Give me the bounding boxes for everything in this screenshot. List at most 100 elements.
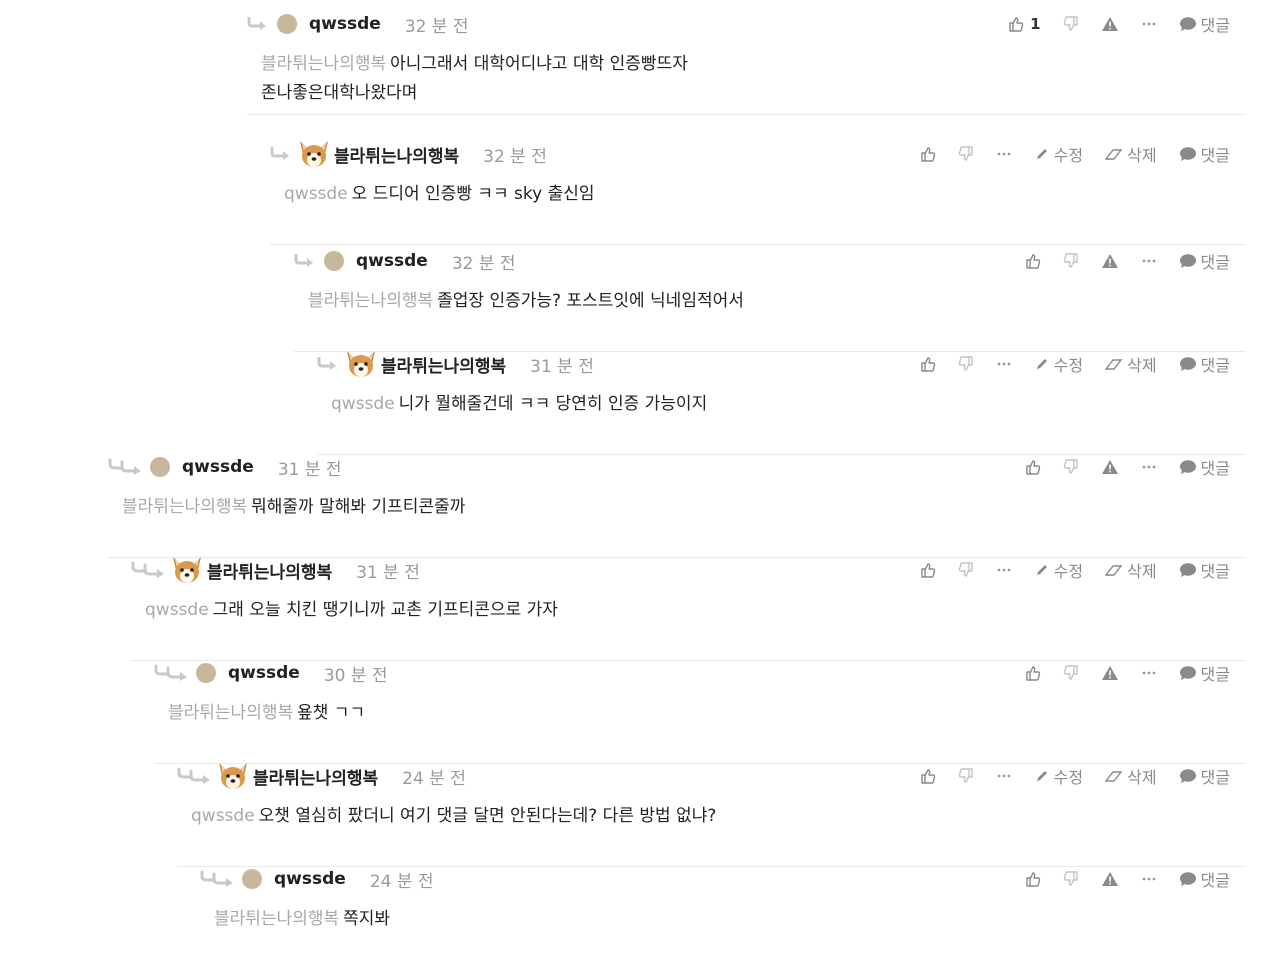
author-name[interactable]: qwssde xyxy=(182,457,254,477)
reply-button[interactable]: 댓글 xyxy=(1179,661,1230,685)
edit-button[interactable]: 수정 xyxy=(1034,558,1083,582)
mention[interactable]: 블라튀는나의행복 xyxy=(214,909,339,929)
author-name[interactable]: 블라튀는나의행복 xyxy=(253,764,378,789)
reply-button[interactable]: 댓글 xyxy=(1179,867,1230,891)
dislike-button[interactable] xyxy=(958,146,974,162)
like-button[interactable] xyxy=(920,356,936,372)
edit-button[interactable]: 수정 xyxy=(1034,352,1083,376)
author-name[interactable]: 블라튀는나의행복 xyxy=(207,558,332,583)
dislike-button[interactable] xyxy=(958,356,974,372)
thumbs-up-icon xyxy=(1008,16,1024,32)
comment-actions: 수정 삭제 댓글 xyxy=(898,352,1230,376)
more-button[interactable] xyxy=(996,768,1012,784)
author-name[interactable]: qwssde xyxy=(274,869,346,889)
dislike-button[interactable] xyxy=(1063,459,1079,475)
author-name[interactable]: qwssde xyxy=(309,14,381,34)
avatar[interactable] xyxy=(324,251,344,271)
reply-arrow-icon xyxy=(108,458,148,476)
dislike-button[interactable] xyxy=(958,562,974,578)
mention[interactable]: 블라튀는나의행복 xyxy=(122,497,247,517)
delete-button[interactable]: 삭제 xyxy=(1105,352,1157,376)
comment-time: 31 분 전 xyxy=(530,356,594,377)
like-button[interactable] xyxy=(1025,871,1041,887)
more-button[interactable] xyxy=(1141,665,1157,681)
mention[interactable]: qwssde xyxy=(331,394,395,414)
avatar[interactable] xyxy=(242,869,262,889)
report-button[interactable] xyxy=(1101,665,1119,681)
pencil-icon xyxy=(1034,562,1050,578)
dislike-button[interactable] xyxy=(958,768,974,784)
avatar[interactable] xyxy=(296,138,332,170)
like-button[interactable] xyxy=(1025,253,1041,269)
more-button[interactable] xyxy=(1141,253,1157,269)
author-name[interactable]: 블라튀는나의행복 xyxy=(381,352,506,377)
avatar[interactable] xyxy=(343,348,379,380)
mention[interactable]: 블라튀는나의행복 xyxy=(308,291,433,311)
dislike-button[interactable] xyxy=(1063,665,1079,681)
avatar[interactable] xyxy=(150,457,170,477)
dislike-button[interactable] xyxy=(1063,16,1079,32)
report-button[interactable] xyxy=(1101,459,1119,475)
author-name[interactable]: qwssde xyxy=(228,663,300,683)
delete-button[interactable]: 삭제 xyxy=(1105,142,1157,166)
edit-button[interactable]: 수정 xyxy=(1034,142,1083,166)
more-button[interactable] xyxy=(1141,16,1157,32)
thumbs-down-icon xyxy=(958,356,974,372)
more-button[interactable] xyxy=(1141,871,1157,887)
more-button[interactable] xyxy=(996,146,1012,162)
like-button[interactable] xyxy=(920,768,936,784)
comment-header: qwssde 32 분 전 1 댓글 xyxy=(247,12,1246,37)
reply-button[interactable]: 댓글 xyxy=(1179,352,1230,376)
reply-button[interactable]: 댓글 xyxy=(1179,142,1230,166)
comment-header: 블라튀는나의행복 31 분 전 수정 삭제 댓글 xyxy=(131,557,1246,583)
reply-button[interactable]: 댓글 xyxy=(1179,558,1230,582)
more-button[interactable] xyxy=(996,562,1012,578)
thumbs-up-icon xyxy=(1025,253,1041,269)
more-button[interactable] xyxy=(996,356,1012,372)
mention[interactable]: 블라튀는나의행복 xyxy=(261,54,386,74)
comment-body: 블라튀는나의행복 욮챗 ㄱㄱ xyxy=(168,699,1246,728)
comment-header: 블라튀는나의행복 24 분 전 수정 삭제 댓글 xyxy=(177,763,1246,789)
report-button[interactable] xyxy=(1101,16,1119,32)
comment-header: qwssde 31 분 전 댓글 xyxy=(108,455,1246,480)
delete-label: 삭제 xyxy=(1127,768,1157,787)
avatar[interactable] xyxy=(169,554,205,586)
more-button[interactable] xyxy=(1141,459,1157,475)
mention[interactable]: qwssde xyxy=(191,806,255,826)
delete-button[interactable]: 삭제 xyxy=(1105,764,1157,788)
comment-time: 32 분 전 xyxy=(451,253,516,274)
report-button[interactable] xyxy=(1101,871,1119,887)
avatar[interactable] xyxy=(277,14,297,34)
avatar[interactable] xyxy=(196,663,216,683)
dislike-button[interactable] xyxy=(1063,871,1079,887)
author-name[interactable]: qwssde xyxy=(356,251,428,271)
thumbs-up-icon xyxy=(1025,459,1041,475)
edit-button[interactable]: 수정 xyxy=(1034,764,1083,788)
reply-button[interactable]: 댓글 xyxy=(1179,249,1230,273)
more-icon xyxy=(996,768,1012,784)
reply-button[interactable]: 댓글 xyxy=(1179,764,1230,788)
reply-button[interactable]: 댓글 xyxy=(1179,455,1230,479)
thumbs-down-icon xyxy=(1063,459,1079,475)
like-button[interactable] xyxy=(920,562,936,578)
reply-arrow-icon xyxy=(154,664,194,682)
like-button[interactable] xyxy=(1025,665,1041,681)
reply-button[interactable]: 댓글 xyxy=(1179,12,1230,36)
mention[interactable]: qwssde xyxy=(145,600,209,620)
like-button[interactable] xyxy=(920,146,936,162)
warning-icon xyxy=(1101,665,1119,681)
delete-button[interactable]: 삭제 xyxy=(1105,558,1157,582)
dislike-button[interactable] xyxy=(1063,253,1079,269)
avatar[interactable] xyxy=(215,760,251,792)
like-button[interactable]: 1 xyxy=(1008,15,1041,33)
mention[interactable]: 블라튀는나의행복 xyxy=(168,703,293,723)
report-button[interactable] xyxy=(1101,253,1119,269)
comment-body: 블라튀는나의행복 뭐해줄까 말해봐 기프티콘줄까 xyxy=(122,493,1246,522)
comment-item: qwssde 30 분 전 댓글 블라튀는나의행복 욮챗 ㄱㄱ xyxy=(154,661,1246,764)
like-button[interactable] xyxy=(1025,459,1041,475)
author-name[interactable]: 블라튀는나의행복 xyxy=(334,142,459,167)
warning-icon xyxy=(1101,871,1119,887)
comment-item: 블라튀는나의행복 24 분 전 수정 삭제 댓글 qwssde 오챗 열심히 팠더니 여기 … xyxy=(177,763,1246,867)
comment-time: 31 분 전 xyxy=(356,562,420,583)
mention[interactable]: qwssde xyxy=(284,184,348,204)
